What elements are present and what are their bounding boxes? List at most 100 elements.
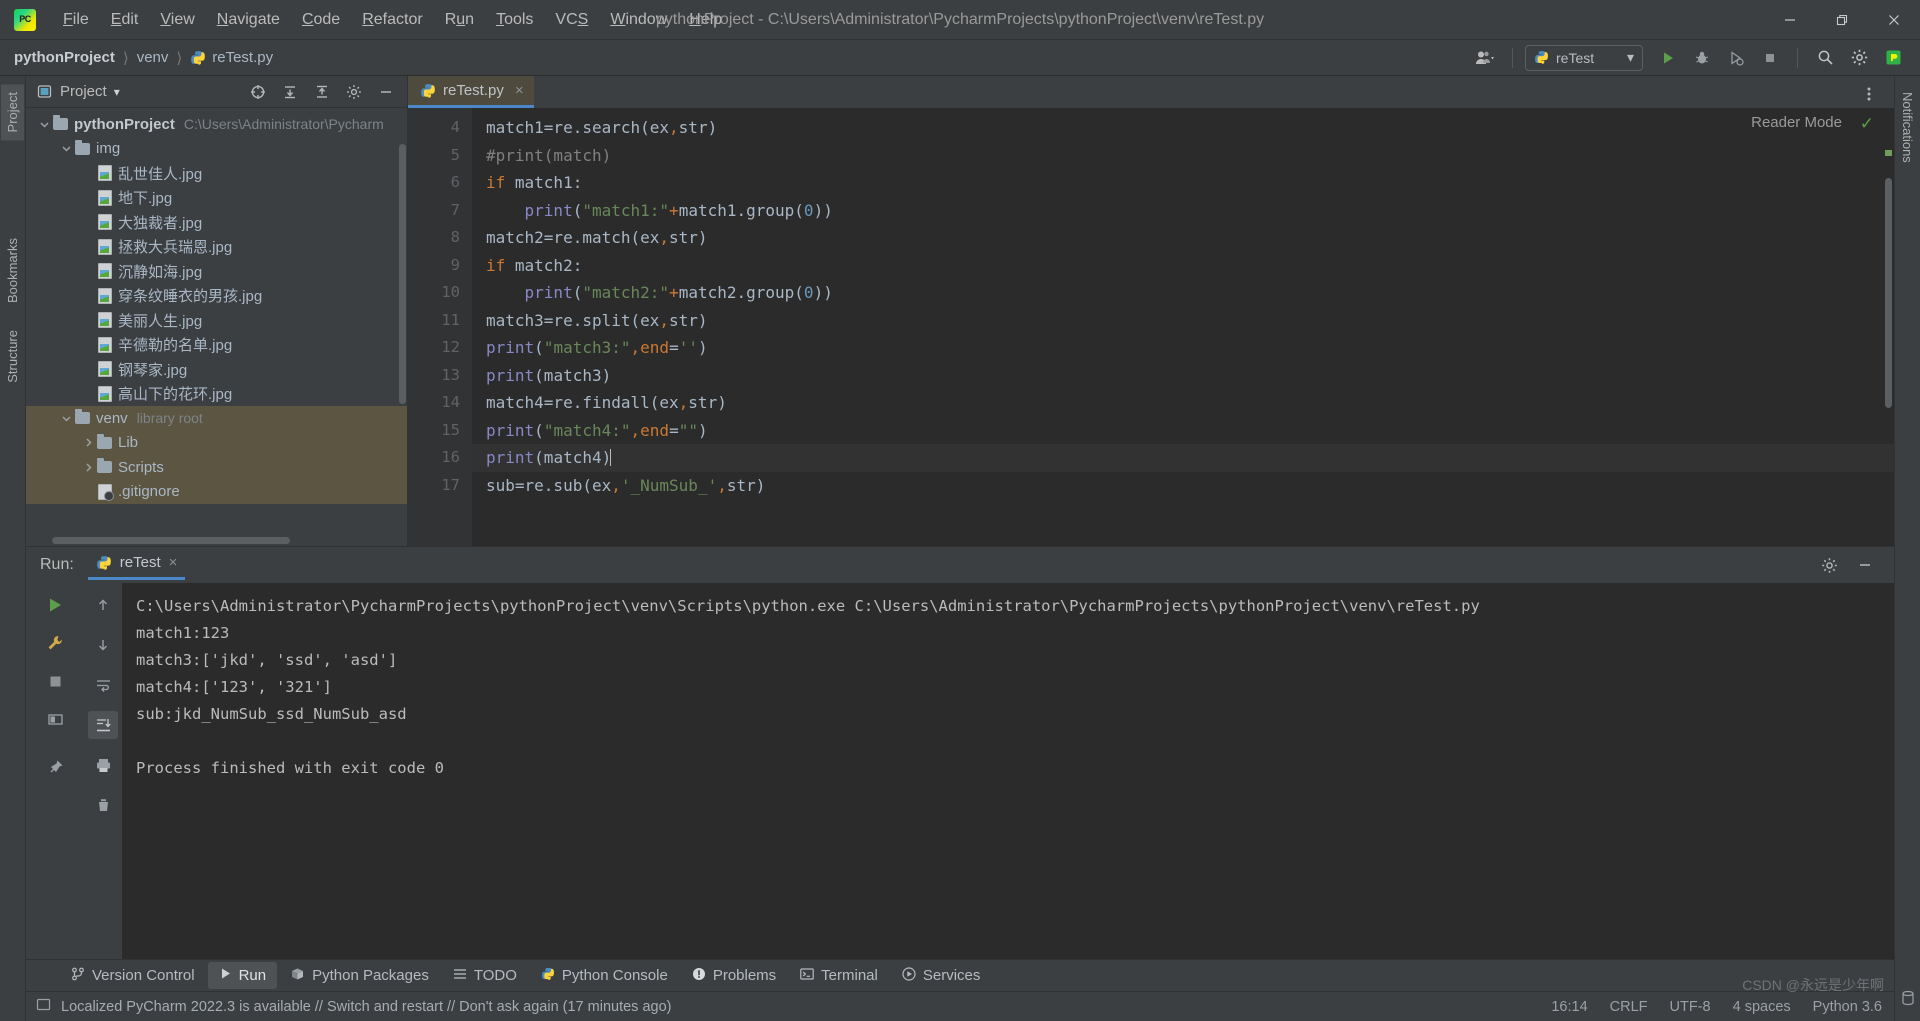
tree-row[interactable]: 美丽人生.jpg <box>26 308 407 333</box>
minimize-icon[interactable] <box>1764 0 1816 40</box>
tab-services[interactable]: Services <box>891 962 992 990</box>
pin-icon[interactable] <box>40 753 70 781</box>
hide-panel-icon[interactable] <box>371 78 401 106</box>
close-icon[interactable]: × <box>515 82 524 99</box>
breadcrumb-venv[interactable]: venv <box>137 49 169 66</box>
menu-refactor[interactable]: Refactor <box>351 7 433 33</box>
breadcrumb-file[interactable]: reTest.py <box>212 49 273 66</box>
tree-expand-arrow[interactable] <box>58 413 74 424</box>
tree-row[interactable]: img <box>26 137 407 162</box>
run-with-coverage-button[interactable] <box>1721 44 1751 72</box>
run-console-output[interactable]: C:\Users\Administrator\PycharmProjects\p… <box>122 583 1894 959</box>
tab-python-console[interactable]: Python Console <box>530 962 679 990</box>
run-tab-retest[interactable]: reTest × <box>87 550 186 580</box>
code-line[interactable]: print("match3:",end='') <box>486 334 1894 362</box>
menu-view[interactable]: View <box>149 7 205 33</box>
tree-expand-arrow[interactable] <box>80 437 96 448</box>
editor-code[interactable]: match1=re.search(ex,str) #print(match) if … <box>472 108 1894 546</box>
status-message[interactable]: Localized PyCharm 2022.3 is available //… <box>61 999 671 1015</box>
tree-row[interactable]: 乱世佳人.jpg <box>26 161 407 186</box>
tree-row[interactable]: 地下.jpg <box>26 186 407 211</box>
print-icon[interactable] <box>88 751 118 779</box>
code-line[interactable]: match1=re.search(ex,str) <box>486 114 1894 142</box>
project-tree-scrollbar-vertical[interactable] <box>399 144 406 404</box>
run-button[interactable] <box>1653 44 1683 72</box>
tab-version-control[interactable]: Version Control <box>60 962 206 990</box>
run-configuration-selector[interactable]: reTest ▾ <box>1525 44 1643 71</box>
gear-icon[interactable] <box>1844 44 1874 72</box>
code-line[interactable]: print("match4:",end="") <box>486 417 1894 445</box>
menu-code[interactable]: Code <box>291 7 351 33</box>
code-line[interactable]: print(match3) <box>486 362 1894 390</box>
expand-all-icon[interactable] <box>275 78 305 106</box>
project-tree[interactable]: pythonProject C:\Users\Administrator\Pych… <box>26 108 407 546</box>
inspection-ok-icon[interactable]: ✓ <box>1860 114 1874 134</box>
code-line[interactable]: #print(match) <box>486 142 1894 170</box>
tree-expand-arrow[interactable] <box>80 462 96 473</box>
close-icon[interactable]: × <box>169 554 178 571</box>
sidebar-item-bookmarks[interactable]: Bookmarks <box>1 230 24 311</box>
editor-gutter[interactable]: 4 5 6 7 8 9 10 11 12 13 14 15 16 17 <box>408 108 472 546</box>
chevron-down-icon[interactable]: ▾ <box>114 85 120 99</box>
menu-window[interactable]: Window <box>599 7 678 33</box>
tree-row[interactable]: 高山下的花环.jpg <box>26 382 407 407</box>
scroll-up-icon[interactable] <box>88 591 118 619</box>
soft-wrap-icon[interactable] <box>88 671 118 699</box>
editor-tab-retest[interactable]: reTest.py × <box>408 76 534 108</box>
debug-button[interactable] <box>1687 44 1717 72</box>
tree-row[interactable]: pythonProject C:\Users\Administrator\Pych… <box>26 112 407 137</box>
select-opened-file-icon[interactable] <box>243 78 273 106</box>
breadcrumb-project[interactable]: pythonProject <box>14 49 115 66</box>
menu-tools[interactable]: Tools <box>485 7 544 33</box>
rerun-icon[interactable] <box>40 591 70 619</box>
menu-file[interactable]: File <box>52 7 100 33</box>
editor-body[interactable]: 4 5 6 7 8 9 10 11 12 13 14 15 16 17 match1=re.search(… <box>408 108 1894 546</box>
close-icon[interactable] <box>1868 0 1920 40</box>
hide-run-panel-icon[interactable] <box>1850 551 1880 579</box>
scroll-down-icon[interactable] <box>88 631 118 659</box>
wrench-icon[interactable] <box>40 629 70 657</box>
menu-edit[interactable]: Edit <box>100 7 150 33</box>
event-log-icon[interactable] <box>36 997 51 1016</box>
tree-expand-arrow[interactable] <box>58 143 74 154</box>
code-line[interactable]: sub=re.sub(ex,'_NumSub_',str) <box>486 472 1894 500</box>
code-line[interactable]: if match2: <box>486 252 1894 280</box>
menu-vcs[interactable]: VCS <box>544 7 599 33</box>
reader-mode-label[interactable]: Reader Mode <box>1751 114 1842 131</box>
more-options-icon[interactable] <box>1854 80 1884 108</box>
pin-tab-icon[interactable] <box>40 705 70 733</box>
tree-row[interactable]: 沉静如海.jpg <box>26 259 407 284</box>
code-line[interactable]: match3=re.split(ex,str) <box>486 307 1894 335</box>
tree-row[interactable]: Scripts <box>26 455 407 480</box>
sidebar-item-notifications[interactable]: Notifications <box>1896 86 1919 169</box>
menu-navigate[interactable]: Navigate <box>206 7 291 33</box>
tree-row[interactable]: 辛德勒的名单.jpg <box>26 333 407 358</box>
tree-row[interactable]: .gitignore <box>26 479 407 504</box>
tab-todo[interactable]: TODO <box>442 962 528 990</box>
tree-row[interactable]: venv library root <box>26 406 407 431</box>
scroll-to-end-icon[interactable] <box>88 711 118 739</box>
sidebar-item-structure[interactable]: Structure <box>1 322 24 391</box>
tab-terminal[interactable]: Terminal <box>789 962 889 990</box>
tab-python-packages[interactable]: Python Packages <box>279 962 440 990</box>
database-icon[interactable] <box>1900 990 1916 1011</box>
status-line-separator[interactable]: CRLF <box>1610 999 1648 1015</box>
tab-problems[interactable]: Problems <box>681 962 787 990</box>
code-line[interactable]: if match1: <box>486 169 1894 197</box>
code-line[interactable]: print("match2:"+match2.group(0)) <box>486 279 1894 307</box>
restore-icon[interactable] <box>1816 0 1868 40</box>
panel-settings-icon[interactable] <box>339 78 369 106</box>
status-encoding[interactable]: UTF-8 <box>1670 999 1711 1015</box>
code-line[interactable]: print("match1:"+match1.group(0)) <box>486 197 1894 225</box>
project-panel-title[interactable]: Project ▾ <box>36 83 120 100</box>
status-indent[interactable]: 4 spaces <box>1733 999 1791 1015</box>
status-interpreter[interactable]: Python 3.6 <box>1813 999 1882 1015</box>
tree-row[interactable]: 穿条纹睡衣的男孩.jpg <box>26 284 407 309</box>
tree-row[interactable]: 钢琴家.jpg <box>26 357 407 382</box>
menu-run[interactable]: Run <box>434 7 485 33</box>
run-settings-icon[interactable] <box>1814 551 1844 579</box>
menu-help[interactable]: Help <box>678 7 733 33</box>
tab-run[interactable]: Run <box>207 962 278 989</box>
user-account-icon[interactable] <box>1470 44 1500 72</box>
tree-row[interactable]: Lib <box>26 430 407 455</box>
